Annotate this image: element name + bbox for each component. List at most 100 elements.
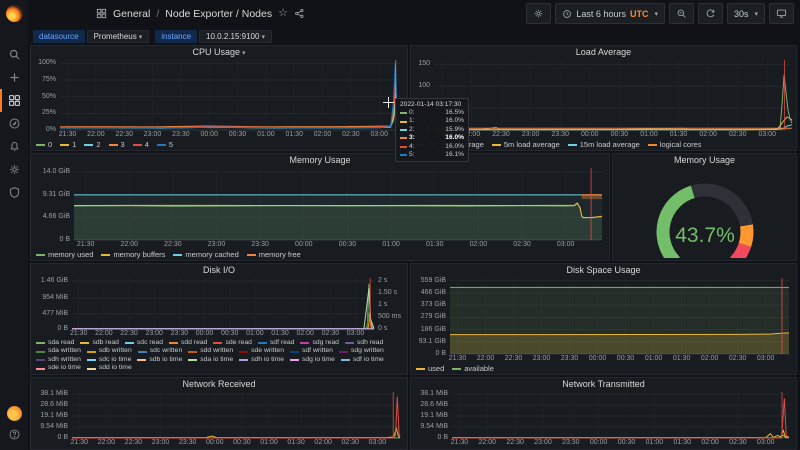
- panel-title-network-received[interactable]: Network Received: [31, 378, 407, 391]
- panel-title-memory-gauge[interactable]: Memory Usage: [613, 154, 796, 167]
- tooltip-row: 4: 16.0%: [400, 143, 464, 151]
- legend-item[interactable]: sdc written: [137, 347, 182, 356]
- search-icon[interactable]: [0, 43, 28, 66]
- panel-cpu-usage: CPU Usage 100%75%50%25%0%21:3022:0022:30…: [30, 45, 408, 151]
- legend-item[interactable]: logical cores: [647, 140, 701, 149]
- panel-title-cpu-usage[interactable]: CPU Usage: [31, 46, 407, 59]
- panel-title-disk-space[interactable]: Disk Space Usage: [411, 264, 796, 277]
- legend-item[interactable]: sda read: [36, 339, 74, 348]
- dashboards-grid-icon[interactable]: [0, 89, 28, 112]
- legend-item[interactable]: sdd read: [168, 339, 207, 348]
- legend-item[interactable]: 1: [60, 140, 76, 149]
- legend-item[interactable]: sdf io time: [340, 356, 384, 365]
- legend-item[interactable]: used: [416, 364, 444, 373]
- star-icon[interactable]: ☆: [278, 8, 288, 19]
- legend-item[interactable]: 5m load average: [491, 140, 560, 149]
- legend-item[interactable]: 2: [84, 140, 101, 149]
- disk-space-chart[interactable]: 559 GiB 466 GiB 373 GiB 279 GiB 186 GiB 93.1 …: [411, 277, 796, 374]
- memory-usage-gauge[interactable]: 43.7%: [613, 167, 796, 260]
- legend-item[interactable]: sda io time: [188, 356, 233, 365]
- legend-item[interactable]: sdf read: [257, 339, 294, 348]
- panel-disk-io: Disk I/O 1.46 GiB 954 MiB 477 MiB 0 B 21:30 2…: [30, 263, 408, 375]
- share-icon[interactable]: [294, 8, 305, 19]
- explore-compass-icon[interactable]: [0, 112, 28, 135]
- plot-area[interactable]: 15010050021:3022:0022:3023:0023:3000:000…: [414, 60, 793, 140]
- instance-dropdown[interactable]: 10.0.2.15:9100: [199, 29, 272, 43]
- create-plus-icon[interactable]: [0, 66, 28, 89]
- panel-title-memory-usage[interactable]: Memory Usage: [31, 154, 609, 167]
- legend-item[interactable]: sdb io time: [137, 356, 182, 365]
- legend-item[interactable]: sdf written: [289, 347, 333, 356]
- help-icon[interactable]: [0, 426, 28, 442]
- cpu-usage-chart[interactable]: 100% 75% 50% 25% 0% 21:30 22:00 22:30 23:00 23:30…: [31, 59, 407, 150]
- panel-title-load-average[interactable]: Load Average: [411, 46, 796, 59]
- kiosk-monitor-icon: [776, 8, 787, 19]
- zoom-out-button[interactable]: [668, 3, 694, 24]
- alerting-bell-icon[interactable]: [0, 135, 28, 158]
- panel-disk-space-usage: Disk Space Usage 559 GiB 466 GiB 373 GiB 27…: [410, 263, 797, 375]
- legend-item[interactable]: available: [452, 364, 494, 373]
- plot-area[interactable]: 559 GiB 466 GiB 373 GiB 279 GiB 186 GiB 93.1 …: [414, 277, 793, 364]
- apps-grid-icon: [96, 8, 107, 19]
- dashboard-variables-row: datasource Prometheus instance 10.0.2.15…: [28, 27, 800, 45]
- legend-item[interactable]: sdc io time: [86, 356, 131, 365]
- settings-gear-icon: [533, 8, 544, 19]
- legend-item[interactable]: sdb read: [80, 339, 119, 348]
- legend-item[interactable]: 0: [36, 140, 52, 149]
- legend-item[interactable]: sde written: [239, 347, 284, 356]
- legend-item[interactable]: sdh io time: [239, 356, 284, 365]
- legend-item[interactable]: sda written: [36, 347, 81, 356]
- server-admin-shield-icon[interactable]: [0, 181, 28, 204]
- grafana-logo[interactable]: [0, 0, 28, 27]
- memory-usage-chart[interactable]: 14.0 GiB 9.31 GiB 4.66 GiB 0 B 21:30 22:00 22:…: [31, 167, 609, 260]
- legend-item[interactable]: sdd io time: [86, 364, 132, 373]
- refresh-button[interactable]: [697, 3, 723, 24]
- kiosk-mode-button[interactable]: [769, 3, 794, 24]
- refresh-interval-dropdown[interactable]: 30s: [726, 3, 765, 24]
- breadcrumb-dashboard[interactable]: Node Exporter / Nodes: [165, 8, 272, 20]
- grafana-dashboard: General / Node Exporter / Nodes ☆ Last 6…: [0, 0, 800, 450]
- legend-item[interactable]: sde io time: [36, 364, 81, 373]
- legend-item[interactable]: memory free: [246, 250, 301, 259]
- legend-item[interactable]: 3: [108, 140, 125, 149]
- time-range-picker[interactable]: Last 6 hours UTC: [555, 3, 665, 24]
- refresh-interval-label: 30s: [733, 8, 749, 19]
- breadcrumb-folder[interactable]: General: [113, 8, 150, 20]
- legend-item[interactable]: memory buffers: [101, 250, 165, 259]
- zoom-out-icon: [676, 8, 687, 19]
- disk-io-chart[interactable]: 1.46 GiB 954 MiB 477 MiB 0 B 21:30 22:00 22:30…: [31, 277, 407, 374]
- panel-title-network-transmitted[interactable]: Network Transmitted: [411, 378, 796, 391]
- legend-item[interactable]: sdd written: [188, 347, 233, 356]
- legend-item[interactable]: 4: [132, 140, 149, 149]
- legend-item[interactable]: memory cached: [173, 250, 239, 259]
- legend-item[interactable]: 15m load average: [567, 140, 640, 149]
- legend-item[interactable]: sdg io time: [289, 356, 335, 365]
- legend-item[interactable]: sdb written: [86, 347, 132, 356]
- tooltip-series-values: 0: 16.5% 1: 16.0% 2: 15.9% 3: 16.0% 4: 16.0% 5: 16.…: [400, 109, 464, 159]
- legend-item[interactable]: sdg read: [300, 339, 339, 348]
- network-received-chart[interactable]: 38.1 MiB 28.6 MiB 19.1 MiB 9.54 MiB 0 B 21:30…: [31, 390, 407, 449]
- legend-item[interactable]: 5: [156, 140, 173, 149]
- svg-text:43.7%: 43.7%: [675, 224, 735, 247]
- legend-item[interactable]: sdg written: [338, 347, 384, 356]
- datasource-dropdown[interactable]: Prometheus: [86, 29, 150, 43]
- legend-item[interactable]: sdh written: [36, 356, 81, 365]
- user-avatar[interactable]: [6, 406, 22, 421]
- tooltip-row: 5: 16.1%: [400, 151, 464, 159]
- plot-area[interactable]: 38.1 MiB 28.6 MiB 19.1 MiB 9.54 MiB 0 B 21:30…: [34, 390, 404, 448]
- legend-item[interactable]: sdh read: [344, 339, 383, 348]
- configuration-gear-icon[interactable]: [0, 158, 28, 181]
- dashboard-settings-button[interactable]: [526, 3, 552, 24]
- panel-title-disk-io[interactable]: Disk I/O: [31, 264, 407, 277]
- plot-area[interactable]: 1.46 GiB 954 MiB 477 MiB 0 B 21:30 22:00 22:30…: [34, 277, 404, 339]
- plot-area[interactable]: 100% 75% 50% 25% 0% 21:30 22:00 22:30 23:00 23:30…: [34, 59, 404, 140]
- breadcrumb[interactable]: General / Node Exporter / Nodes ☆: [96, 8, 305, 20]
- network-transmitted-chart[interactable]: 38.1 MiB 28.6 MiB 19.1 MiB 9.54 MiB 0 B 21:30…: [411, 390, 796, 449]
- panel-memory-usage-gauge: Memory Usage 43.7%: [612, 153, 797, 261]
- legend-item[interactable]: sdc read: [124, 339, 163, 348]
- legend-item[interactable]: sde read: [213, 339, 252, 348]
- legend-item[interactable]: memory used: [36, 250, 93, 259]
- plot-area[interactable]: 14.0 GiB 9.31 GiB 4.66 GiB 0 B 21:30 22:00 22:…: [34, 168, 606, 250]
- tooltip-row: 0: 16.5%: [400, 109, 464, 117]
- plot-area[interactable]: 38.1 MiB 28.6 MiB 19.1 MiB 9.54 MiB 0 B 21:30…: [414, 390, 793, 448]
